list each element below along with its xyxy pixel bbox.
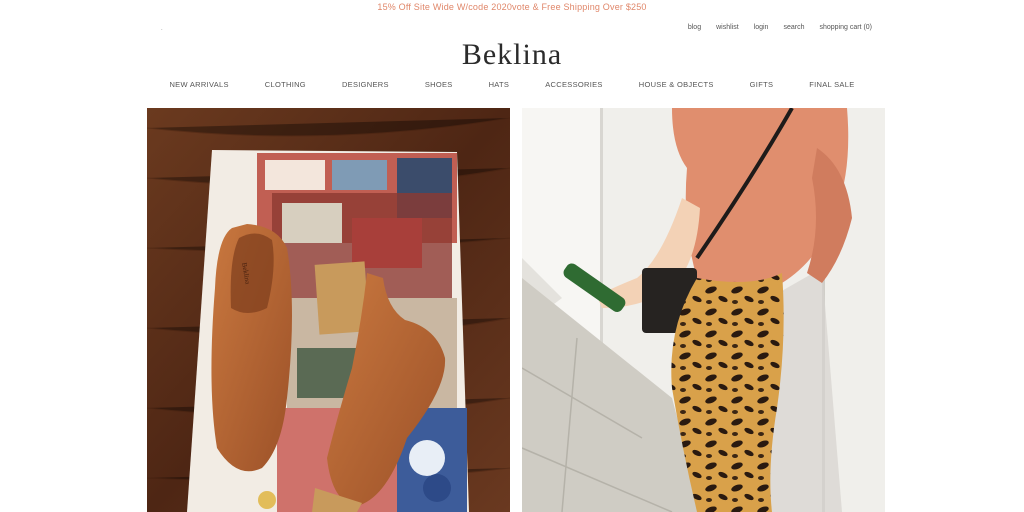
nav-item-hats[interactable]: HATS xyxy=(471,80,528,89)
model-photo xyxy=(522,108,885,512)
nav-item-shoes[interactable]: SHOES xyxy=(407,80,471,89)
clogs-photo: Beklina xyxy=(147,108,510,512)
hero-image-model[interactable] xyxy=(522,108,885,512)
nav-item-clothing[interactable]: CLOTHING xyxy=(247,80,324,89)
small-dot-marker: . xyxy=(161,26,163,32)
login-link[interactable]: login xyxy=(754,24,769,31)
shopping-cart-link[interactable]: shopping cart (0) xyxy=(819,24,872,31)
search-link[interactable]: search xyxy=(783,24,804,31)
wishlist-link[interactable]: wishlist xyxy=(716,24,739,31)
nav-item-gifts[interactable]: GIFTS xyxy=(732,80,792,89)
main-nav: NEW ARRIVALS CLOTHING DESIGNERS SHOES HA… xyxy=(0,80,1024,89)
blog-link[interactable]: blog xyxy=(688,24,701,31)
utility-nav: blog wishlist login search shopping cart… xyxy=(688,24,872,31)
nav-item-house-objects[interactable]: HOUSE & OBJECTS xyxy=(621,80,732,89)
nav-item-final-sale[interactable]: FINAL SALE xyxy=(791,80,872,89)
nav-item-accessories[interactable]: ACCESSORIES xyxy=(527,80,620,89)
nav-item-designers[interactable]: DESIGNERS xyxy=(324,80,407,89)
brand-logo[interactable]: Beklina xyxy=(0,38,1024,72)
promo-banner[interactable]: 15% Off Site Wide W/code 2020vote & Free… xyxy=(0,0,1024,14)
hero-image-clogs[interactable]: Beklina xyxy=(147,108,510,512)
nav-item-new-arrivals[interactable]: NEW ARRIVALS xyxy=(151,80,246,89)
